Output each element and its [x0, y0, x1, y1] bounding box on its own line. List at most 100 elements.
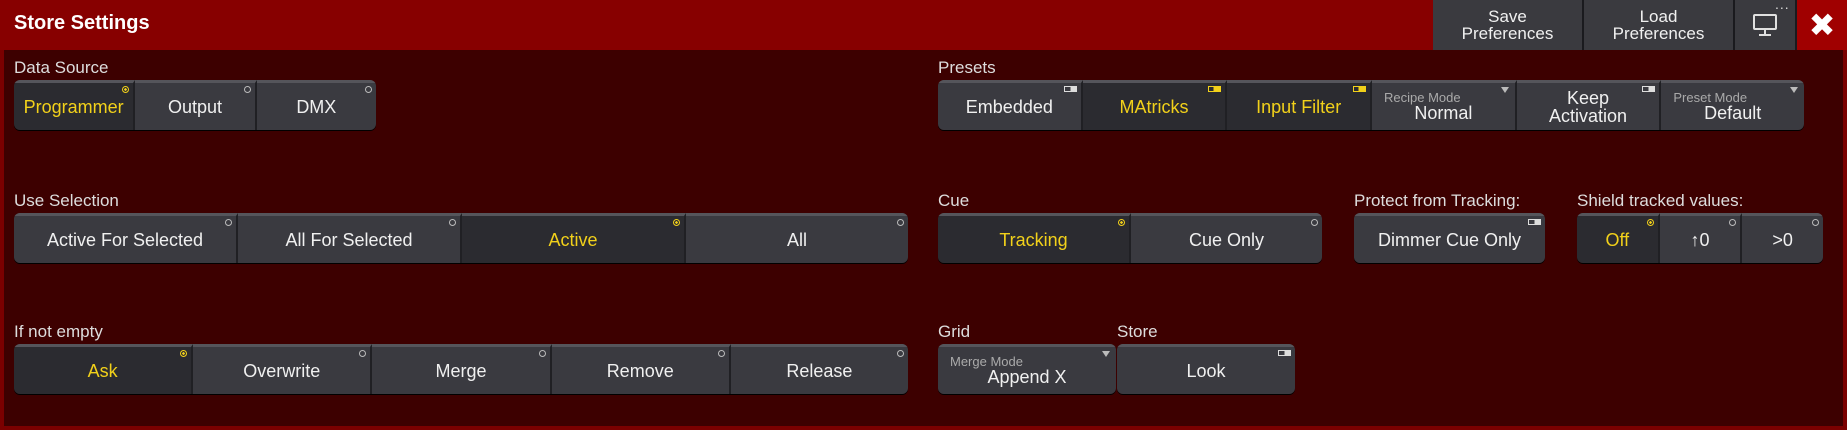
store-group: Look [1117, 344, 1295, 394]
if-not-empty-option-label: Overwrite [243, 360, 321, 381]
use-selection-active-button[interactable]: Active [462, 213, 686, 263]
grid-group: Merge Mode Append X [938, 344, 1116, 394]
cue-tracking-label: Tracking [999, 229, 1068, 250]
use-selection-option-label: Active For Selected [46, 229, 204, 250]
store-look-label: Look [1186, 360, 1226, 381]
use-selection-label: Use Selection [14, 191, 119, 210]
toggle-indicator-icon [1278, 350, 1291, 356]
cue-cue-only-button[interactable]: Cue Only [1131, 213, 1322, 263]
dimmer-cue-only-button[interactable]: Dimmer Cue Only [1354, 213, 1545, 263]
presets-keep-activation-label: Keep Activation [1549, 87, 1628, 126]
data-source-programmer-button[interactable]: Programmer [14, 80, 136, 130]
use-selection-group: Active For Selected All For Selected Act… [14, 213, 908, 263]
dropdown-arrow-icon [1102, 351, 1110, 357]
close-icon: ✖ [1808, 7, 1836, 43]
close-button[interactable]: ✖ [1797, 0, 1847, 50]
presets-input-filter-label: Input Filter [1256, 96, 1342, 117]
radio-indicator-icon [897, 350, 905, 357]
if-not-empty-release-button[interactable]: Release [730, 344, 908, 394]
selected-indicator-icon [180, 350, 188, 357]
toggle-indicator-icon [1353, 86, 1367, 92]
dimmer-cue-only-label: Dimmer Cue Only [1377, 229, 1522, 250]
presets-matricks-button[interactable]: MAtricks [1082, 80, 1228, 130]
shield-greater-zero-button[interactable]: >0 [1742, 213, 1823, 263]
shield-greater-zero-label: >0 [1772, 229, 1793, 250]
grid-label: Grid [938, 322, 971, 341]
radio-indicator-icon [897, 219, 904, 226]
shield-off-label: Off [1605, 229, 1630, 250]
if-not-empty-option-label: Release [786, 360, 853, 381]
cue-cue-only-label: Cue Only [1188, 229, 1265, 250]
dropdown-arrow-icon [1500, 87, 1509, 93]
toggle-indicator-icon [1208, 86, 1222, 92]
protect-from-tracking-group: Dimmer Cue Only [1354, 213, 1545, 263]
presets-group: Embedded MAtricks Input Filter Recipe Mo… [938, 80, 1804, 130]
recipe-mode-label: Recipe Mode [1384, 90, 1461, 105]
shield-tracked-values-group: Off ↑0 >0 [1577, 213, 1823, 263]
settings-panel: Data Source Programmer Output DMX Preset… [4, 50, 1843, 426]
use-selection-all-button[interactable]: All [686, 213, 908, 263]
save-preferences-label: Save Preferences [1461, 7, 1554, 43]
if-not-empty-option-label: Remove [606, 360, 674, 381]
presets-label: Presets [938, 58, 996, 77]
data-source-output-label: Output [167, 96, 223, 117]
selected-indicator-icon [122, 86, 130, 93]
recipe-mode-select[interactable]: Recipe Mode Normal [1372, 80, 1517, 130]
data-source-programmer-label: Programmer [23, 96, 124, 117]
monitor-icon [1753, 14, 1777, 36]
data-source-dmx-button[interactable]: DMX [256, 80, 376, 130]
radio-indicator-icon [538, 350, 546, 357]
use-selection-all-for-selected-button[interactable]: All For Selected [238, 213, 462, 263]
use-selection-option-label: Active [548, 229, 598, 250]
preset-mode-label: Preset Mode [1673, 90, 1748, 105]
toggle-indicator-icon [1528, 219, 1541, 225]
if-not-empty-merge-button[interactable]: Merge [372, 344, 552, 394]
cue-group: Tracking Cue Only [938, 213, 1322, 263]
data-source-group: Programmer Output DMX [14, 80, 376, 130]
load-preferences-label: Load Preferences [1612, 7, 1705, 43]
use-selection-option-label: All [786, 229, 807, 250]
presets-input-filter-button[interactable]: Input Filter [1227, 80, 1373, 130]
presets-matricks-label: MAtricks [1119, 96, 1189, 117]
use-selection-option-label: All For Selected [285, 229, 413, 250]
toggle-indicator-icon [1063, 86, 1077, 92]
use-selection-active-for-selected-button[interactable]: Active For Selected [14, 213, 238, 263]
if-not-empty-group: Ask Overwrite Merge Remove Release [14, 344, 908, 394]
presets-keep-activation-button[interactable]: Keep Activation [1516, 80, 1662, 130]
radio-indicator-icon [717, 350, 725, 357]
protect-from-tracking-label: Protect from Tracking: [1354, 191, 1521, 210]
radio-indicator-icon [225, 219, 232, 226]
data-source-label: Data Source [14, 58, 109, 77]
selected-indicator-icon [1118, 219, 1125, 226]
radio-indicator-icon [359, 350, 367, 357]
title-bar: Store Settings Save Preferences Load Pre… [0, 0, 1847, 50]
save-preferences-button[interactable]: Save Preferences [1433, 0, 1584, 50]
presets-embedded-button[interactable]: Embedded [938, 80, 1083, 130]
cue-tracking-button[interactable]: Tracking [938, 213, 1131, 263]
radio-indicator-icon [1812, 219, 1820, 226]
preset-mode-select[interactable]: Preset Mode Default [1661, 80, 1804, 130]
radio-indicator-icon [243, 86, 251, 93]
if-not-empty-overwrite-button[interactable]: Overwrite [193, 344, 373, 394]
merge-mode-select[interactable]: Merge Mode Append X [938, 344, 1116, 394]
load-preferences-button[interactable]: Load Preferences [1584, 0, 1735, 50]
dropdown-arrow-icon [1790, 87, 1799, 93]
presets-embedded-label: Embedded [965, 96, 1053, 117]
if-not-empty-remove-button[interactable]: Remove [551, 344, 731, 394]
more-options-icon[interactable]: ... [1775, 0, 1790, 12]
toggle-indicator-icon [1642, 86, 1656, 92]
shield-tracked-values-label: Shield tracked values: [1577, 191, 1744, 210]
radio-indicator-icon [364, 86, 372, 93]
if-not-empty-option-label: Ask [87, 360, 118, 381]
if-not-empty-label: If not empty [14, 322, 103, 341]
store-look-button[interactable]: Look [1117, 344, 1295, 394]
store-label: Store [1117, 322, 1158, 341]
if-not-empty-option-label: Merge [435, 360, 487, 381]
if-not-empty-ask-button[interactable]: Ask [14, 344, 194, 394]
shield-up-zero-button[interactable]: ↑0 [1659, 213, 1743, 263]
data-source-dmx-label: DMX [296, 96, 337, 117]
shield-off-button[interactable]: Off [1577, 213, 1660, 263]
radio-indicator-icon [1729, 219, 1737, 226]
data-source-output-button[interactable]: Output [135, 80, 257, 130]
radio-indicator-icon [1311, 219, 1318, 226]
